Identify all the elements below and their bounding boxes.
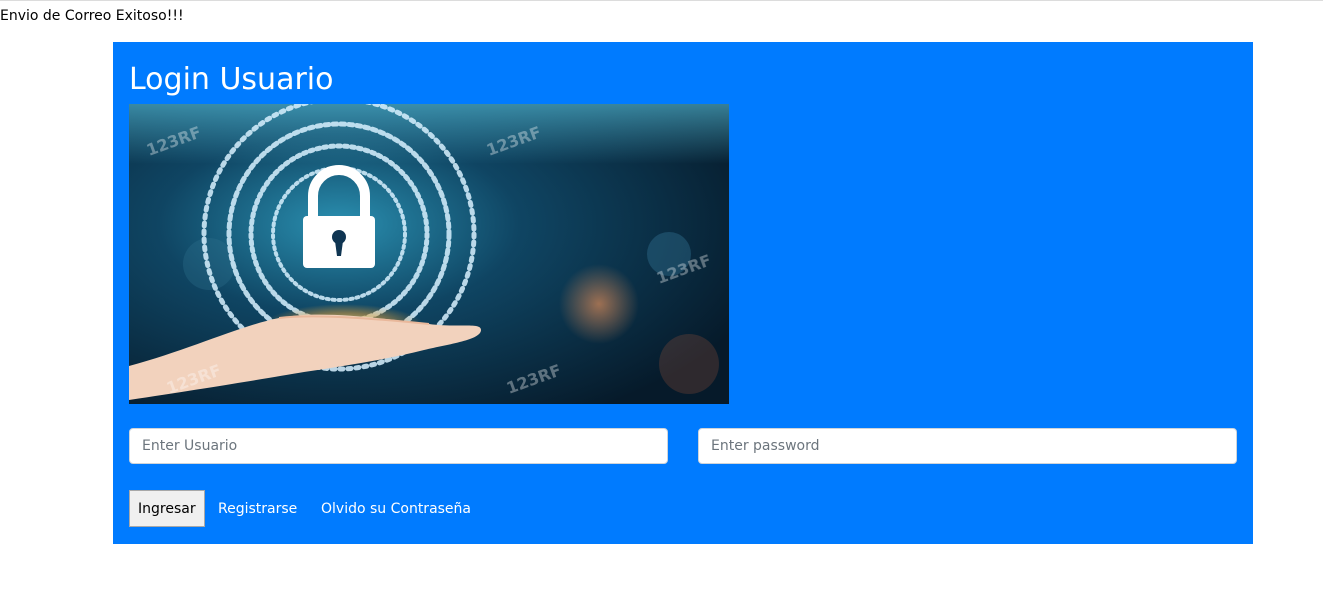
hero-image: 123RF 123RF 123RF 123RF 123RF [129,104,729,404]
top-divider [0,0,1323,1]
register-link[interactable]: Registrarse [218,500,297,518]
login-button[interactable]: Ingresar [129,490,205,527]
username-input[interactable] [129,428,668,464]
page-title: Login Usuario [129,62,334,97]
login-panel: Login Usuario 123RF 123RF 123RF 123RF 12… [113,42,1253,544]
status-message: Envio de Correo Exitoso!!! [0,8,184,24]
password-input[interactable] [698,428,1237,464]
forgot-password-link[interactable]: Olvido su Contraseña [321,500,471,518]
